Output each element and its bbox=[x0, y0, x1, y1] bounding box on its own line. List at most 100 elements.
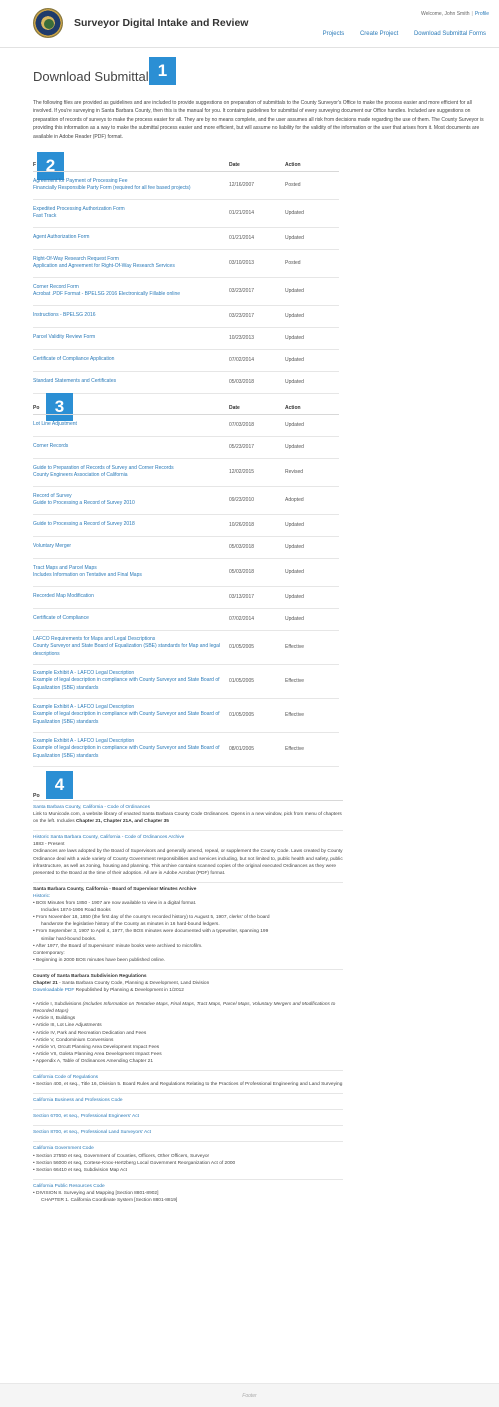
document-sublink[interactable]: Fast Track bbox=[33, 213, 223, 220]
document-link[interactable]: Tract Maps and Parcel Maps bbox=[33, 565, 223, 572]
action-cell: Effective bbox=[285, 664, 339, 699]
document-cell: Guide to Preparation of Records of Surve… bbox=[33, 458, 229, 487]
action-cell: Updated bbox=[285, 371, 339, 394]
table-row: Right-Of-Way Research Request Form Applic… bbox=[33, 249, 339, 278]
chapter-number: Chapter 21 bbox=[33, 980, 58, 986]
document-link[interactable]: LAFCO Requirements for Maps and Legal De… bbox=[33, 636, 223, 643]
land-surveyors-act-link[interactable]: Section 8700, et seq., Professional Land… bbox=[33, 1129, 343, 1136]
column-header-date: Date bbox=[229, 404, 285, 415]
document-sublink[interactable]: Financially Responsible Party Form (requ… bbox=[33, 185, 223, 192]
document-sublink[interactable]: Includes Information on Tentative and Fi… bbox=[33, 572, 223, 579]
date-cell: 07/02/2014 bbox=[229, 349, 285, 372]
document-link[interactable]: Voluntary Merger bbox=[33, 543, 223, 550]
document-cell: Guide to Processing a Record of Survey 2… bbox=[33, 514, 229, 537]
document-cell: Tract Maps and Parcel Maps Includes Infor… bbox=[33, 558, 229, 587]
subdivision-regulations-block: County of Santa Barbara Subdivision Regu… bbox=[33, 970, 343, 1071]
document-sublink[interactable]: County Engineers Association of Californ… bbox=[33, 472, 223, 479]
document-cell: Example Exhibit A - LAFCO Legal Descript… bbox=[33, 664, 229, 699]
county-seal-logo[interactable] bbox=[33, 8, 63, 38]
policies-table: Po Date Action Lot Line Adjustment 07/03/… bbox=[33, 404, 339, 767]
document-link[interactable]: Guide to Preparation of Records of Surve… bbox=[33, 465, 223, 472]
document-link[interactable]: Guide to Processing a Record of Survey 2… bbox=[33, 521, 223, 528]
government-code-item: • Section 56000 et seq, Cortese-Knox-Her… bbox=[33, 1160, 236, 1166]
business-professions-code-link[interactable]: California Business and Professions Code bbox=[33, 1097, 343, 1104]
document-sublink[interactable]: Example of legal description in complian… bbox=[33, 677, 223, 692]
government-code-item: • Section 66410 et seq, Subdivision Map … bbox=[33, 1167, 127, 1173]
article-item: • Appendix A, Table of Ordinances Amendi… bbox=[33, 1058, 153, 1064]
action-cell: Updated bbox=[285, 349, 339, 372]
table-row: Voluntary Merger 05/03/2018 Updated bbox=[33, 536, 339, 559]
minutes-archive-title: Santa Barbara County, California - Board… bbox=[33, 886, 197, 892]
document-link[interactable]: Lot Line Adjustment bbox=[33, 421, 223, 428]
code-of-ordinances-link[interactable]: Santa Barbara County, California - Code … bbox=[33, 804, 343, 811]
code-of-regulations-link[interactable]: California Code of Regulations bbox=[33, 1074, 343, 1081]
ordinances-archive-block: Historic Santa Barbara County, Californi… bbox=[33, 831, 343, 883]
document-link[interactable]: Agreement for Payment of Processing Fee bbox=[33, 178, 223, 185]
action-cell: Posted bbox=[285, 249, 339, 278]
action-cell: Updated bbox=[285, 558, 339, 587]
document-link[interactable]: Record of Survey bbox=[33, 493, 223, 500]
date-cell: 05/03/2018 bbox=[229, 536, 285, 559]
document-link[interactable]: Agent Authorization Form bbox=[33, 234, 223, 241]
government-code-link[interactable]: California Government Code bbox=[33, 1145, 343, 1152]
document-link[interactable]: Corner Records bbox=[33, 443, 223, 450]
document-sublink[interactable]: Example of legal description in complian… bbox=[33, 745, 223, 760]
action-cell: Revised bbox=[285, 458, 339, 487]
table-row: Agreement for Payment of Processing Fee F… bbox=[33, 171, 339, 200]
profile-link[interactable]: Profile bbox=[475, 11, 489, 17]
downloadable-pdf-link[interactable]: Downloadable PDF bbox=[33, 988, 74, 993]
document-link[interactable]: Standard Statements and Certificates bbox=[33, 378, 223, 385]
document-link[interactable]: Example Exhibit A - LAFCO Legal Descript… bbox=[33, 704, 223, 711]
app-title: Surveyor Digital Intake and Review bbox=[74, 17, 249, 29]
main-nav: Projects Create Project Download Submitt… bbox=[309, 31, 486, 37]
document-link[interactable]: Right-Of-Way Research Request Form bbox=[33, 256, 223, 263]
action-cell: Updated bbox=[285, 414, 339, 437]
subdivision-pdf-line: Downloadable PDF Republished by Planning… bbox=[33, 987, 343, 994]
date-cell: 01/05/2005 bbox=[229, 698, 285, 733]
document-sublink[interactable]: Guide to Processing a Record of Survey 2… bbox=[33, 500, 223, 507]
document-link[interactable]: Parcel Validity Review Form bbox=[33, 334, 223, 341]
action-cell: Updated bbox=[285, 277, 339, 306]
public-resources-block: California Public Resources Code • DIVIS… bbox=[33, 1180, 343, 1209]
document-link[interactable]: Recorded Map Modification bbox=[33, 593, 223, 600]
article-item: • Article VII, Goleta Planning Area Deve… bbox=[33, 1051, 162, 1057]
document-sublink[interactable]: County Surveyor and State Board of Equal… bbox=[33, 643, 223, 658]
action-cell: Updated bbox=[285, 327, 339, 350]
date-cell: 01/21/2014 bbox=[229, 227, 285, 250]
document-link[interactable]: Certificate of Compliance bbox=[33, 615, 223, 622]
public-resources-subitem: CHAPTER 1. California Coordinate System … bbox=[41, 1198, 178, 1204]
document-cell: LAFCO Requirements for Maps and Legal De… bbox=[33, 630, 229, 665]
article-item: • Article IV, Park and Recreation Dedica… bbox=[33, 1030, 147, 1036]
table-header-row: Po Date Action bbox=[33, 404, 339, 415]
action-cell: Updated bbox=[285, 536, 339, 559]
document-link[interactable]: Corner Record Form bbox=[33, 284, 223, 291]
document-link[interactable]: Example Exhibit A - LAFCO Legal Descript… bbox=[33, 670, 223, 677]
date-cell: 08/01/2005 bbox=[229, 732, 285, 767]
pdf-description: Republished by Planning & Development in… bbox=[74, 988, 184, 994]
public-resources-code-link[interactable]: California Public Resources Code bbox=[33, 1183, 343, 1190]
document-link[interactable]: Example Exhibit A - LAFCO Legal Descript… bbox=[33, 738, 223, 745]
professional-engineers-act-link[interactable]: Section 6700, et seq., Professional Engi… bbox=[33, 1113, 343, 1120]
minutes-bullet: • BOS Minutes from 1850 - 1907 are now a… bbox=[33, 901, 197, 907]
document-link[interactable]: Expedited Processing Authorization Form bbox=[33, 206, 223, 213]
historic-minutes-link[interactable]: Historic: bbox=[33, 893, 343, 900]
document-sublink[interactable]: Application and Agreement for Right-Of-W… bbox=[33, 263, 223, 270]
ordinances-archive-link[interactable]: Historic Santa Barbara County, Californi… bbox=[33, 834, 343, 841]
action-cell: Effective bbox=[285, 698, 339, 733]
annotation-badge-1: 1 bbox=[149, 57, 176, 85]
nav-create-project[interactable]: Create Project bbox=[360, 31, 398, 37]
action-cell: Updated bbox=[285, 514, 339, 537]
action-cell: Updated bbox=[285, 305, 339, 328]
table-row: Parcel Validity Review Form 10/23/2013 Upd… bbox=[33, 327, 339, 350]
document-link[interactable]: Certificate of Compliance Application bbox=[33, 356, 223, 363]
nav-download-submittal-forms[interactable]: Download Submittal Forms bbox=[414, 31, 486, 37]
date-cell: 03/23/2017 bbox=[229, 277, 285, 306]
government-code-list: • Section 27550 et seq, Government of Co… bbox=[33, 1153, 343, 1174]
table-header-row: F Date Action bbox=[33, 161, 339, 172]
document-sublink[interactable]: Acrobat .PDF Format - BPELSG 2016 Electr… bbox=[33, 291, 223, 298]
minutes-bullet-cont: handwrote the legislative history of the… bbox=[41, 922, 220, 928]
nav-projects[interactable]: Projects bbox=[323, 31, 345, 37]
document-sublink[interactable]: Example of legal description in complian… bbox=[33, 711, 223, 726]
date-cell: 03/23/2017 bbox=[229, 305, 285, 328]
document-link[interactable]: Instructions - BPELSG 2016 bbox=[33, 312, 223, 319]
